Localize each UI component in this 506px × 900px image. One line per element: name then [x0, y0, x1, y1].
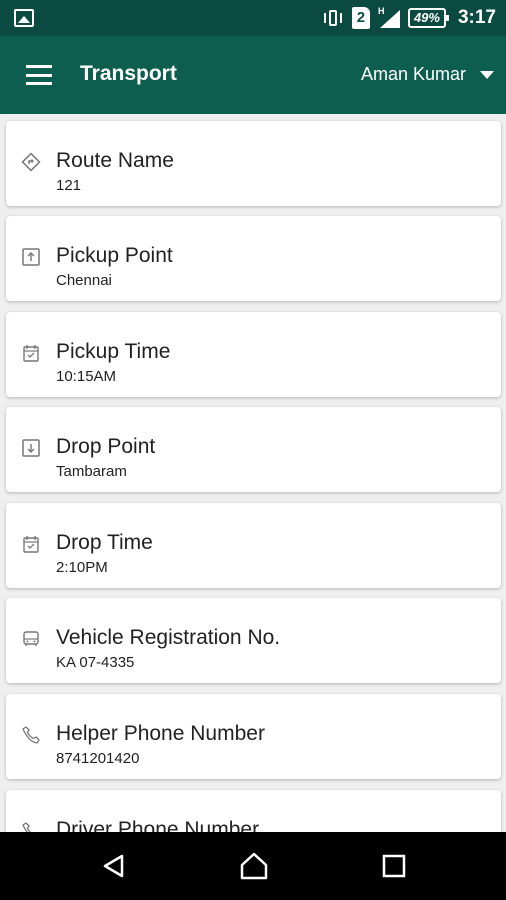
- item-label: Route Name: [56, 149, 174, 172]
- phone-icon: [20, 820, 42, 832]
- chevron-down-icon: [480, 70, 494, 79]
- phone-icon: [20, 724, 42, 746]
- page-title: Transport: [80, 62, 177, 85]
- item-label: Drop Point: [56, 435, 156, 458]
- drop-point-card: Drop Point Tambaram: [6, 407, 501, 492]
- route-name-card: Route Name 121: [6, 121, 501, 206]
- user-name: Aman Kumar: [360, 64, 466, 84]
- sim-icon: 2: [351, 7, 370, 29]
- item-value: 2:10PM: [56, 559, 108, 576]
- item-label: Helper Phone Number: [56, 722, 265, 745]
- vehicle-registration-card: Vehicle Registration No. KA 07-4335: [6, 598, 501, 683]
- battery-icon: 49%: [407, 8, 450, 28]
- home-icon: [240, 852, 268, 880]
- recents-icon: [382, 854, 406, 878]
- pickup-time-card: Pickup Time 10:15AM: [6, 312, 501, 397]
- menu-icon[interactable]: [26, 65, 52, 85]
- recents-button[interactable]: [364, 832, 424, 900]
- item-value: Chennai: [56, 272, 112, 289]
- drop-point-icon: [20, 437, 42, 459]
- helper-phone-card: Helper Phone Number 8741201420: [6, 694, 501, 779]
- status-time: 3:17: [457, 7, 496, 28]
- drop-time-card: Drop Time 2:10PM: [6, 503, 501, 588]
- pickup-point-icon: [20, 246, 42, 268]
- signal-icon: H: [378, 6, 400, 28]
- route-sign-icon: [20, 151, 42, 173]
- item-label: Driver Phone Number: [56, 818, 260, 832]
- item-label: Vehicle Registration No.: [56, 626, 281, 649]
- item-value: KA 07-4335: [56, 654, 135, 671]
- gallery-notification-icon: [14, 9, 34, 27]
- calendar-icon: [20, 533, 42, 555]
- vibrate-icon: [322, 8, 344, 28]
- back-icon: [103, 854, 124, 878]
- item-value: 10:15AM: [56, 368, 117, 385]
- home-button[interactable]: [224, 832, 284, 900]
- back-button[interactable]: [84, 832, 144, 900]
- navigation-bar: [0, 832, 506, 900]
- user-dropdown[interactable]: Aman Kumar: [361, 64, 494, 85]
- item-value: 8741201420: [56, 750, 140, 767]
- status-bar: 2 H 49% 3:17: [0, 0, 506, 36]
- transport-details-list[interactable]: Route Name 121 Pickup Point Chennai Pick…: [0, 114, 506, 832]
- driver-phone-card: Driver Phone Number: [6, 790, 501, 832]
- item-label: Pickup Point: [56, 244, 173, 267]
- calendar-icon: [20, 342, 42, 364]
- item-label: Pickup Time: [56, 340, 171, 363]
- item-label: Drop Time: [56, 531, 153, 554]
- app-bar: Transport Aman Kumar: [0, 36, 506, 114]
- bus-icon: [20, 628, 42, 650]
- item-value: Tambaram: [56, 463, 127, 480]
- item-value: 121: [56, 177, 82, 194]
- pickup-point-card: Pickup Point Chennai: [6, 216, 501, 301]
